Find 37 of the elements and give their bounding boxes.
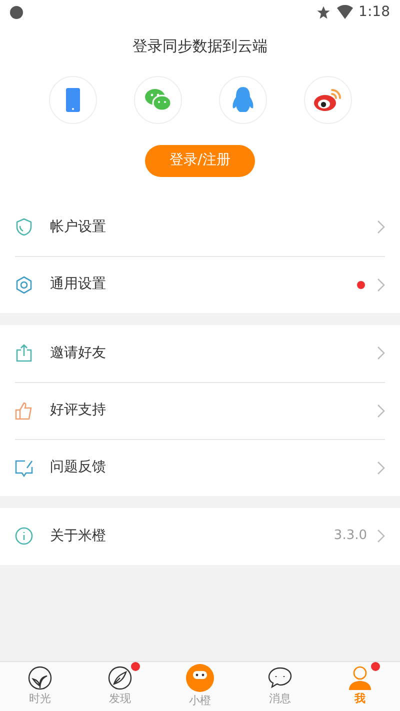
wifi-icon — [336, 5, 353, 19]
login-prompt: 登录同步数据到云端 — [132, 36, 268, 57]
person-icon — [348, 666, 372, 690]
chat-icon — [268, 666, 292, 690]
row-label: 好评支持 — [50, 401, 107, 420]
mascot-icon — [186, 664, 214, 692]
thumbs-up-icon — [15, 402, 33, 420]
penguin-icon — [232, 86, 254, 112]
eye-logo-icon — [314, 88, 342, 112]
settings-row[interactable]: 问题反馈 — [15, 440, 385, 496]
status-time: 1:18 — [358, 2, 390, 22]
settings-icon — [15, 276, 33, 294]
phone-icon — [66, 88, 80, 112]
chevron-right-icon — [377, 404, 385, 418]
row-label: 通用设置 — [50, 275, 107, 294]
settings-row[interactable]: 帐户设置 — [15, 198, 385, 256]
version-text: 3.3.0 — [334, 527, 367, 546]
settings-row[interactable]: 好评支持 — [15, 382, 385, 438]
chevron-right-icon — [377, 278, 385, 292]
share-icon — [15, 344, 33, 362]
shield-icon — [15, 218, 33, 236]
feedback-icon — [15, 458, 33, 476]
settings-row[interactable]: 通用设置 — [15, 256, 385, 312]
chevron-right-icon — [377, 460, 385, 474]
row-label: 问题反馈 — [50, 458, 107, 477]
chat-bubbles-icon — [144, 88, 170, 110]
row-label: 关于米橙 — [50, 526, 107, 546]
row-label: 帐户设置 — [50, 218, 107, 236]
chevron-right-icon — [377, 346, 385, 360]
leaf-icon — [28, 666, 52, 690]
chevron-right-icon — [377, 529, 385, 543]
compass-icon — [108, 666, 132, 690]
chevron-right-icon — [377, 220, 385, 234]
row-label: 邀请好友 — [50, 344, 107, 362]
star-icon — [316, 4, 331, 20]
info-icon — [15, 527, 33, 545]
settings-row[interactable]: 邀请好友 — [15, 324, 385, 382]
